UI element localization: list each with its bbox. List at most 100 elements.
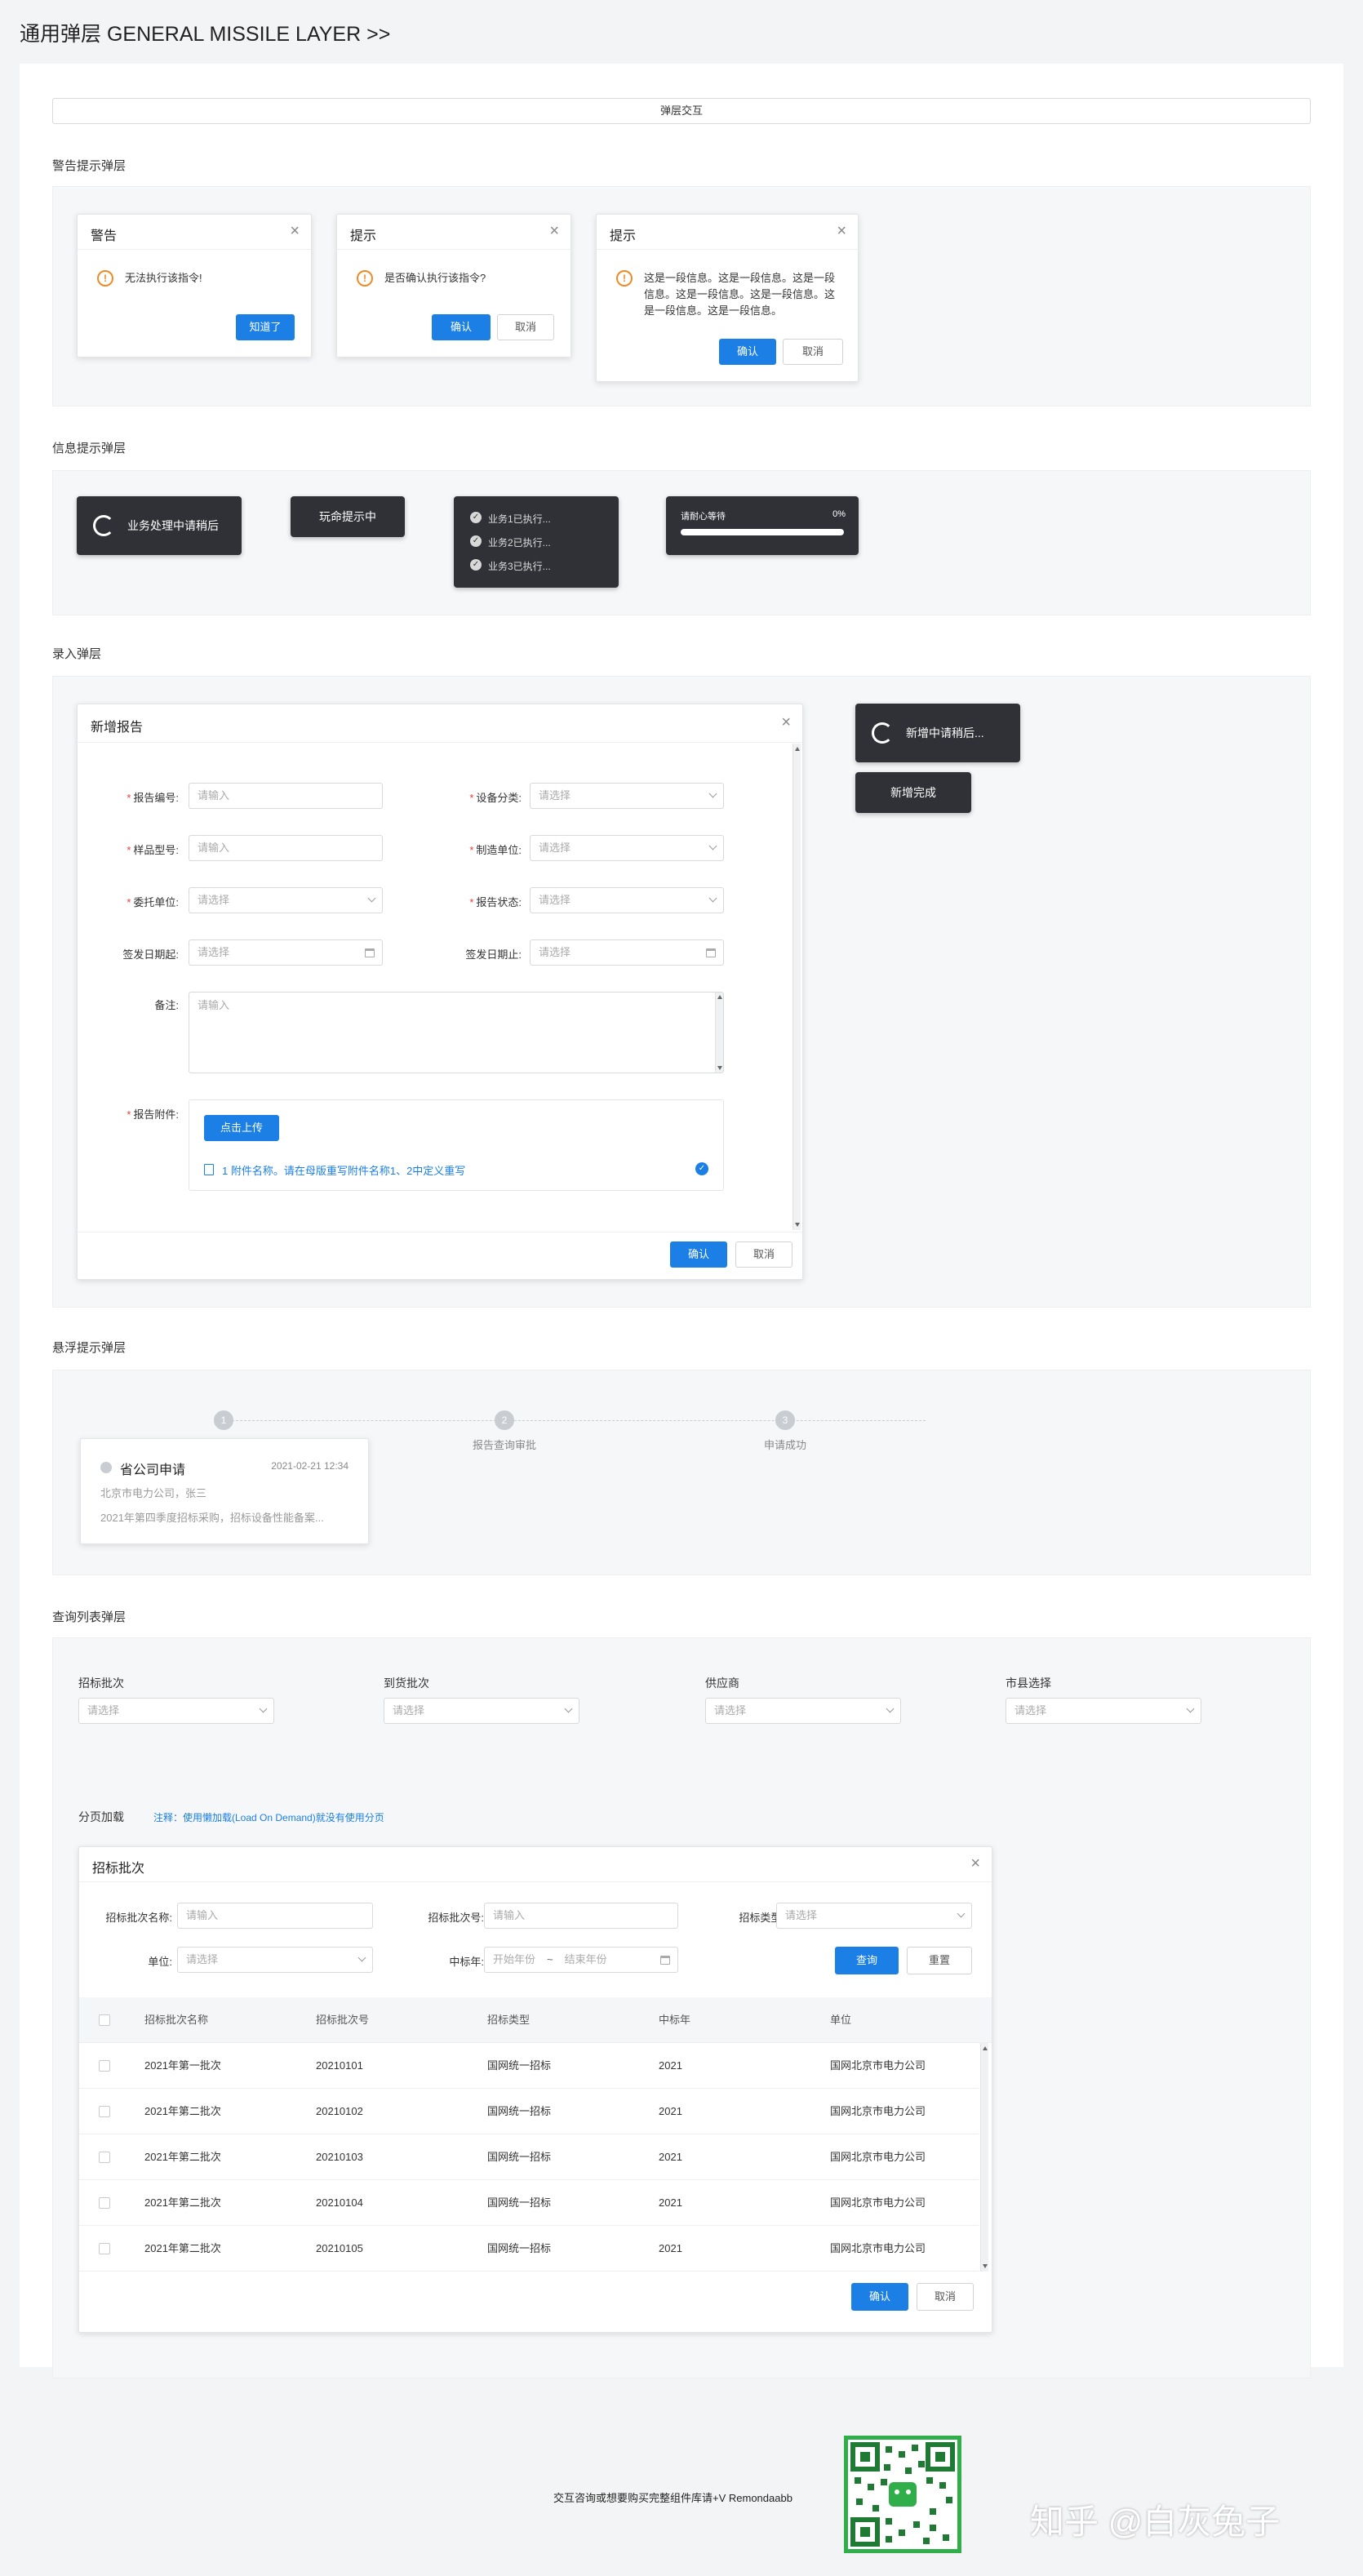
textarea-scrollbar[interactable] (715, 993, 723, 1073)
issue-date-end-picker[interactable]: 请选择 (530, 939, 724, 966)
table-row[interactable]: 2021年第二批次 20210104 国网统一招标 2021 国网北京市电力公司 (79, 2180, 979, 2226)
report-status-select[interactable]: 请选择 (530, 887, 724, 913)
year-range-picker[interactable]: 开始年份 ~ 结束年份 (484, 1947, 678, 1973)
device-category-select[interactable]: 请选择 (530, 783, 724, 809)
cell: 2021 (659, 2242, 682, 2254)
bid-batch-dialog: 招标批次 × 招标批次名称: 请输入 招标批次号: 请输入 招标类型: 请选择 … (78, 1846, 992, 2333)
new-report-dialog: 新增报告 × * 报告编号: 请输入 * 设备分类: 请选择 * 样品型号: 请输入 … (77, 704, 803, 1280)
acknowledge-button[interactable]: 知道了 (236, 314, 295, 340)
layer-interaction-button[interactable]: 弹层交互 (52, 98, 1311, 124)
field-label: * 样品型号: (127, 844, 179, 856)
issue-date-start-picker[interactable]: 请选择 (189, 939, 383, 966)
step-2-label: 报告查询审批 (472, 1439, 536, 1451)
confirm-button[interactable]: 确认 (719, 339, 776, 365)
check-circle-icon: ✓ (470, 559, 482, 571)
close-icon[interactable]: × (549, 223, 559, 239)
filter-label: 市县选择 (1006, 1677, 1051, 1690)
field-label: 中标年: (449, 1956, 484, 1968)
row-checkbox[interactable] (99, 2152, 110, 2163)
cell: 2021 (659, 2105, 682, 2117)
manufacturer-select[interactable]: 请选择 (530, 835, 724, 861)
warning-icon: ! (357, 270, 373, 286)
report-number-input[interactable]: 请输入 (189, 783, 383, 809)
section-label-alert: 警告提示弹层 (52, 159, 127, 173)
remark-textarea[interactable]: 请输入 (189, 992, 724, 1073)
hover-card: 省公司申请 2021-02-21 12:34 北京市电力公司，张三 2021年第… (80, 1438, 369, 1544)
step-3-label: 申请成功 (763, 1439, 806, 1451)
paging-label: 分页加载 (78, 1810, 124, 1823)
confirm-button[interactable]: 确认 (432, 314, 491, 340)
sample-model-input[interactable]: 请输入 (189, 835, 383, 861)
table-row[interactable]: 2021年第二批次 20210102 国网统一招标 2021 国网北京市电力公司 (79, 2089, 979, 2134)
close-icon[interactable]: × (290, 223, 300, 239)
unit-select[interactable]: 请选择 (177, 1947, 373, 1973)
cancel-button[interactable]: 取消 (783, 339, 843, 365)
row-checkbox[interactable] (99, 2060, 110, 2072)
dialog-scrollbar[interactable] (792, 744, 801, 1230)
watermark: 知乎 @白灰兔子 (1030, 2503, 1281, 2541)
field-label: * 报告状态: (469, 896, 522, 908)
field-label: * 报告编号: (127, 792, 179, 804)
client-unit-select[interactable]: 请选择 (189, 887, 383, 913)
cell: 2021 (659, 2059, 682, 2072)
card-title: 省公司申请 (120, 1463, 186, 1477)
table-row[interactable]: 2021年第二批次 20210105 国网统一招标 2021 国网北京市电力公司 (79, 2226, 979, 2272)
select-all-checkbox[interactable] (99, 2014, 110, 2026)
step-1[interactable]: 1 (214, 1410, 233, 1430)
cell: 国网统一招标 (487, 2105, 552, 2117)
table-row[interactable]: 2021年第一批次 20210101 国网统一招标 2021 国网北京市电力公司 (79, 2043, 979, 2089)
query-button[interactable]: 查询 (835, 1947, 899, 1974)
cell: 国网统一招标 (487, 2151, 552, 2163)
attachment-link[interactable]: 1 附件名称。请在母版重写附件名称1、2中定义重写 (222, 1162, 465, 1178)
bid-type-select[interactable]: 请选择 (776, 1903, 972, 1929)
cancel-button[interactable]: 取消 (917, 2283, 974, 2311)
cell: 2021年第二批次 (144, 2105, 221, 2117)
table-row[interactable]: 2021年第二批次 20210103 国网统一招标 2021 国网北京市电力公司 (79, 2134, 979, 2180)
row-checkbox[interactable] (99, 2243, 110, 2254)
row-checkbox[interactable] (99, 2106, 110, 2117)
city-select[interactable]: 请选择 (1006, 1698, 1201, 1724)
batch-number-input[interactable]: 请输入 (484, 1903, 678, 1929)
close-icon[interactable]: × (970, 1855, 980, 1872)
chevron-down-icon (1186, 1704, 1195, 1713)
table-scrollbar[interactable] (980, 2043, 988, 2272)
qr-pattern (850, 2442, 955, 2547)
cell: 国网统一招标 (487, 2059, 552, 2072)
cell: 国网北京市电力公司 (830, 2196, 926, 2209)
cell: 20210105 (316, 2242, 363, 2254)
close-icon[interactable]: × (837, 223, 846, 239)
batch-name-input[interactable]: 请输入 (177, 1903, 373, 1929)
column-header: 中标年 (659, 2014, 691, 2026)
table-header: 招标批次名称 招标批次号 招标类型 中标年 单位 (79, 1997, 992, 2043)
cell: 2021年第一批次 (144, 2059, 221, 2072)
dialog-title: 提示 (610, 229, 637, 243)
cell: 2021年第二批次 (144, 2151, 221, 2163)
adding-toast: 新增中请稍后... (855, 704, 1020, 762)
chevron-down-icon (367, 894, 376, 903)
cell: 国网统一招标 (487, 2196, 552, 2209)
cell: 2021年第二批次 (144, 2196, 221, 2209)
row-checkbox[interactable] (99, 2197, 110, 2209)
arrival-batch-select[interactable]: 请选择 (384, 1698, 579, 1724)
calendar-icon (660, 1956, 670, 1965)
field-label: 招标类型: (739, 1912, 784, 1924)
step-2[interactable]: 2 (495, 1410, 514, 1430)
supplier-select[interactable]: 请选择 (705, 1698, 901, 1724)
dialog-title: 新增报告 (91, 721, 144, 735)
section-label-info: 信息提示弹层 (52, 442, 127, 455)
confirm-button[interactable]: 确认 (851, 2283, 908, 2311)
step-3[interactable]: 3 (775, 1410, 795, 1430)
step-text: 业务3已执行... (488, 561, 551, 572)
cancel-button[interactable]: 取消 (497, 314, 554, 340)
page-title: 通用弹层 GENERAL MISSILE LAYER >> (20, 23, 391, 46)
confirm-button[interactable]: 确认 (670, 1241, 727, 1268)
bid-batch-select[interactable]: 请选择 (78, 1698, 274, 1724)
cell: 国网北京市电力公司 (830, 2105, 926, 2117)
close-icon[interactable]: × (781, 714, 791, 731)
cancel-button[interactable]: 取消 (735, 1241, 792, 1268)
contact-text: 交互咨询或想要购买完整组件库请+V Remondaabb (553, 2492, 792, 2504)
chevron-down-icon (708, 842, 717, 851)
upload-button[interactable]: 点击上传 (204, 1115, 279, 1141)
file-icon (204, 1164, 214, 1175)
reset-button[interactable]: 重置 (907, 1947, 972, 1974)
